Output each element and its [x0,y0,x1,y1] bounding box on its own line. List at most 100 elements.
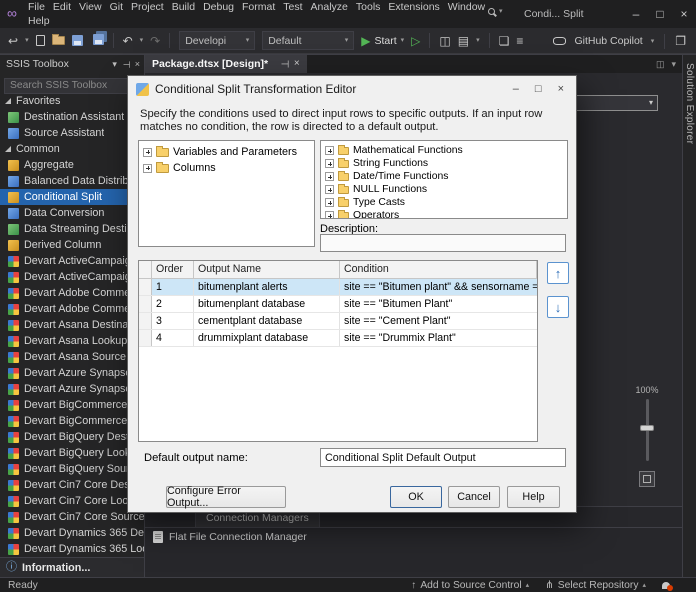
toolbox-row[interactable]: Balanced Data Distribu... [0,173,144,189]
active-files-icon[interactable]: ◫ [656,59,665,70]
save-all-icon[interactable] [92,34,104,45]
toolbox-row[interactable]: Devart BigQuery Desti... [0,429,144,445]
toolbox-row[interactable]: Devart Asana Destinat... [0,317,144,333]
maximize-button[interactable]: □ [648,0,672,28]
menu-item[interactable]: Git [106,1,127,13]
toolbox-row[interactable]: Aggregate [0,157,144,173]
tree-node[interactable]: NULL Functions [323,183,565,196]
toolbox-row[interactable]: Devart Dynamics 365 Loo... [0,541,144,557]
document-tab-package[interactable]: Package.dtsx [Design]* ⊤ × [145,55,307,73]
toolbox-row[interactable]: Data Streaming Destin... [0,221,144,237]
toolbox-row[interactable]: Destination Assistant [0,109,144,125]
quick-search[interactable]: ▾ [488,8,503,15]
menu-item[interactable]: File [24,1,49,13]
default-output-name-field[interactable] [320,448,566,467]
minimize-button[interactable]: – [624,0,648,28]
expand-plus-icon[interactable] [325,159,334,168]
toolbox-row[interactable]: Devart Cin7 Core Dest... [0,477,144,493]
move-down-button[interactable]: ↓ [547,296,569,318]
row-selector-cell[interactable] [139,296,152,312]
toolbox-row[interactable]: Devart Cin7 Core Loo... [0,493,144,509]
close-button[interactable]: × [672,0,696,28]
dialog-titlebar[interactable]: Conditional Split Transformation Editor … [128,76,576,102]
tree-node[interactable]: Mathematical Functions [323,144,565,157]
toolbox-row[interactable]: Devart Asana Source [0,349,144,365]
github-copilot-icon[interactable] [553,37,567,45]
toolbox-row[interactable]: Source Assistant [0,125,144,141]
order-cell[interactable]: 3 [152,313,194,329]
order-cell[interactable]: 1 [152,279,194,295]
toolbox-row[interactable]: Devart ActiveCampaig... [0,253,144,269]
save-icon[interactable] [71,35,83,46]
output-name-cell[interactable]: bitumenplant database [194,296,340,312]
menu-item[interactable]: Build [168,1,199,13]
menu-item[interactable]: Edit [49,1,75,13]
expand-plus-icon[interactable] [325,172,334,181]
toolbox-row[interactable]: Devart Dynamics 365 Des... [0,525,144,541]
close-panel-icon[interactable]: × [135,59,140,69]
grid-header-condition[interactable]: Condition [340,261,537,278]
toolbox-row[interactable]: Devart Adobe Comme... [0,285,144,301]
dialog-maximize-button[interactable]: □ [535,83,542,95]
condition-cell[interactable]: site == "Cement Plant" [340,313,537,329]
cancel-button[interactable]: Cancel [448,486,500,508]
description-readout-field[interactable] [320,234,566,252]
solution-explorer-tab-strip[interactable]: Solution Explorer [682,54,696,577]
github-copilot-label[interactable]: GitHub Copilot [574,35,642,47]
tree-node[interactable]: Operators [323,209,565,218]
grid-row[interactable]: 4 drummixplant database site == "Drummix… [139,330,537,347]
notifications-bell-icon[interactable] [662,581,673,591]
new-project-icon[interactable] [35,35,45,46]
list-options-icon[interactable]: ▤ [458,35,469,47]
output-name-cell[interactable]: bitumenplant alerts [194,279,340,295]
toolbox-search-input[interactable] [4,77,140,94]
move-up-button[interactable]: ↑ [547,262,569,284]
menu-item[interactable]: Tools [352,1,385,13]
row-selector-cell[interactable] [139,313,152,329]
toolbox-row[interactable]: Devart BigCommerce... [0,397,144,413]
window-layout-icon[interactable]: ❏ [499,35,510,47]
grid-header-order[interactable]: Order [152,261,194,278]
undo-icon[interactable]: ↶ [123,35,133,47]
editor-layout-icon[interactable]: ◫ [439,35,450,47]
navigate-chevron-icon[interactable]: ▾ [25,37,29,44]
order-cell[interactable]: 4 [152,330,194,346]
chevron-down-icon[interactable]: ▾ [476,37,480,44]
toolbox-row[interactable]: Devart BigCommerce... [0,413,144,429]
expand-plus-icon[interactable] [325,198,334,207]
close-tab-icon[interactable]: × [294,59,300,69]
run-without-debugging-icon[interactable]: ▷ [411,35,420,47]
menu-lines-icon[interactable]: ≡ [516,35,523,47]
expand-plus-icon[interactable] [325,185,334,194]
zoom-slider-thumb[interactable] [640,425,654,431]
menu-item[interactable]: Debug [199,1,238,13]
undo-chevron-icon[interactable]: ▾ [140,37,144,44]
toolbox-row[interactable]: Devart ActiveCampaig... [0,269,144,285]
help-button[interactable]: Help [507,486,560,508]
toolbox-row[interactable]: Devart Azure Synapse... [0,365,144,381]
menu-item[interactable]: Test [279,1,306,13]
grid-row[interactable]: 1 bitumenplant alerts site == "Bitumen p… [139,279,537,296]
condition-cell[interactable]: site == "Drummix Plant" [340,330,537,346]
toolbox-row[interactable]: Derived Column [0,237,144,253]
zoom-to-fit-button[interactable] [639,471,655,487]
menu-item[interactable]: Window [444,1,489,13]
dialog-minimize-button[interactable]: – [513,83,519,95]
start-debugging-button[interactable]: ▶ Start ▾ [361,35,404,47]
add-to-source-control-button[interactable]: ↑ Add to Source Control ▴ [411,580,529,591]
grid-row[interactable]: 2 bitumenplant database site == "Bitumen… [139,296,537,313]
tree-node[interactable]: Type Casts [323,196,565,209]
expand-plus-icon[interactable] [325,211,334,218]
menu-item[interactable]: Project [127,1,168,13]
menu-item[interactable]: View [75,1,106,13]
condition-cell[interactable]: site == "Bitumen Plant" [340,296,537,312]
connection-manager-item[interactable]: Flat File Connection Manager [145,528,682,546]
row-selector-cell[interactable] [139,279,152,295]
row-selector-cell[interactable] [139,330,152,346]
feedback-icon[interactable]: ❐ [675,35,686,47]
tree-node[interactable]: String Functions [323,157,565,170]
navigate-back-icon[interactable]: ↩ [8,35,18,47]
solution-platforms-combo[interactable]: Default ▾ [262,31,355,50]
zoom-slider[interactable] [640,399,654,461]
open-folder-icon[interactable] [51,34,65,45]
